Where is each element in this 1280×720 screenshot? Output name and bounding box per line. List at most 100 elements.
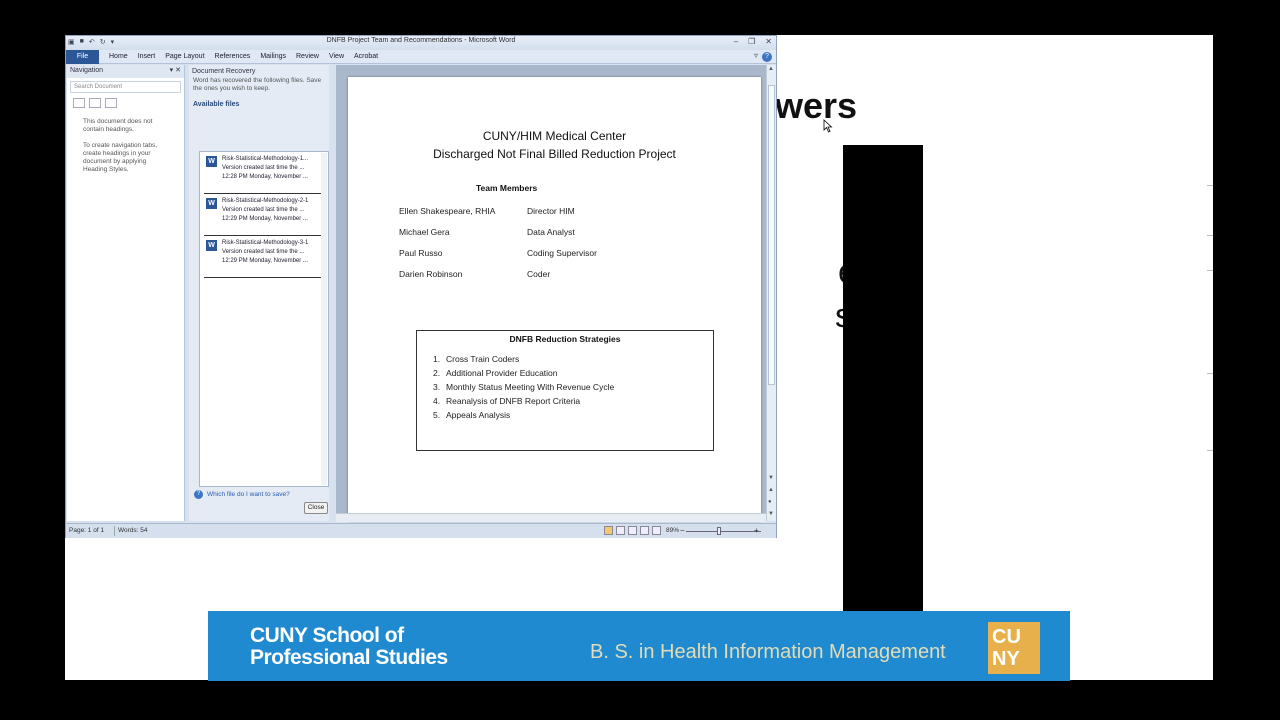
tab-insert[interactable]: Insert <box>137 50 165 64</box>
next-page-icon[interactable]: ▼ <box>768 511 774 517</box>
member-role: Director HIM <box>527 206 575 216</box>
strategies-heading: DNFB Reduction Strategies <box>509 334 621 344</box>
expand-ribbon-icon[interactable]: ▿ <box>754 51 758 60</box>
word-file-icon: W <box>206 156 217 167</box>
restore-icon[interactable]: ❐ <box>748 37 755 46</box>
file-description: Version created last time the ... <box>222 165 305 171</box>
member-name: Darien Robinson <box>399 269 463 279</box>
list-item[interactable]: W Risk-Statistical-Methodology-3-1 Versi… <box>204 236 324 278</box>
word-file-icon: W <box>206 198 217 209</box>
right-edge-panel <box>1070 35 1213 680</box>
file-description: Version created last time the ... <box>222 207 305 213</box>
file-name: Risk-Statistical-Methodology-2-1 <box>222 198 309 204</box>
full-screen-reading-icon[interactable] <box>616 526 625 535</box>
strategy-number: 4. <box>433 396 441 406</box>
recovered-files-list: W Risk-Statistical-Methodology-1... Vers… <box>199 151 329 487</box>
horizontal-scrollbar[interactable] <box>336 513 766 522</box>
file-description: Version created last time the ... <box>222 249 305 255</box>
list-item[interactable]: W Risk-Statistical-Methodology-2-1 Versi… <box>204 194 324 236</box>
school-banner: CUNY School of Professional Studies B. S… <box>208 611 1070 681</box>
strategy-number: 1. <box>433 354 441 364</box>
window-controls: – ❐ ✕ <box>734 37 772 46</box>
strategy-text: Cross Train Coders <box>446 354 520 364</box>
tab-view[interactable]: View <box>328 50 353 64</box>
school-name-line2: Professional Studies <box>250 646 448 669</box>
scroll-thumb[interactable] <box>768 85 775 385</box>
mouse-cursor-icon <box>823 119 833 133</box>
zoom-level[interactable]: 89% <box>666 527 679 534</box>
document-recovery-title: Document Recovery <box>192 68 256 75</box>
which-file-help-link[interactable]: Which file do I want to save? <box>207 491 290 498</box>
file-name: Risk-Statistical-Methodology-1... <box>222 156 309 162</box>
strategy-text: Reanalysis of DNFB Report Criteria <box>446 396 581 406</box>
draft-icon[interactable] <box>652 526 661 535</box>
zoom-out-icon[interactable]: − <box>680 526 685 535</box>
tab-home[interactable]: Home <box>108 50 137 64</box>
list-item[interactable]: W Risk-Statistical-Methodology-1... Vers… <box>204 152 324 194</box>
tab-mailings[interactable]: Mailings <box>259 50 295 64</box>
tab-references[interactable]: References <box>214 50 260 64</box>
recovery-list-scrollbar[interactable] <box>321 153 327 485</box>
document-recovery-pane: Document Recovery Word has recovered the… <box>189 65 329 521</box>
file-timestamp: 12:29 PM Monday, November ... <box>222 216 308 222</box>
slide-text-fragment: wers <box>775 85 858 126</box>
results-view-icon[interactable] <box>105 98 117 108</box>
search-document-input[interactable]: Search Document <box>70 81 181 93</box>
zoom-slider[interactable] <box>686 531 761 532</box>
document-subtitle: Discharged Not Final Billed Reduction Pr… <box>433 147 676 161</box>
scroll-up-icon[interactable]: ▲ <box>768 66 774 72</box>
strategy-number: 2. <box>433 368 441 378</box>
recovery-help[interactable]: ? Which file do I want to save? <box>194 490 290 499</box>
file-timestamp: 12:28 PM Monday, November ... <box>222 174 308 180</box>
strategy-item: 2. Additional Provider Education <box>433 368 558 378</box>
available-files-label: Available files <box>193 101 240 108</box>
strategy-item: 5. Appeals Analysis <box>433 410 510 420</box>
tab-file[interactable]: File <box>66 50 99 64</box>
zoom-in-icon[interactable]: + <box>754 526 759 535</box>
document-area: CUNY/HIM Medical Center Discharged Not F… <box>336 65 766 521</box>
help-icon[interactable]: ? <box>762 52 772 62</box>
pane-controls: ▾ ✕ <box>170 66 181 74</box>
tab-page-layout[interactable]: Page Layout <box>164 50 213 64</box>
file-timestamp: 12:29 PM Monday, November ... <box>222 258 308 264</box>
file-name: Risk-Statistical-Methodology-3-1 <box>222 240 309 246</box>
previous-page-icon[interactable]: ▲ <box>768 487 774 493</box>
title-bar[interactable]: ▣ ■ ↶ ↻ ▾ DNFB Project Team and Recommen… <box>66 36 776 50</box>
team-members-heading: Team Members <box>476 183 538 193</box>
print-layout-icon[interactable] <box>604 526 613 535</box>
tab-acrobat[interactable]: Acrobat <box>353 50 387 64</box>
outline-icon[interactable] <box>640 526 649 535</box>
headings-view-icon[interactable] <box>73 98 85 108</box>
ribbon-tabs: File Home Insert Page Layout References … <box>66 50 776 64</box>
help-question-icon: ? <box>194 490 203 499</box>
member-role: Coder <box>527 269 551 279</box>
navigation-title: Navigation <box>70 67 104 74</box>
strategy-item: 1. Cross Train Coders <box>433 354 519 364</box>
strategy-number: 3. <box>433 382 441 392</box>
no-headings-message: This document does not contain headings. <box>83 118 153 133</box>
vertical-scrollbar[interactable]: ▲ ▼ ▲ ● ▼ <box>766 65 776 521</box>
navigation-pane-header: Navigation ▾ ✕ <box>67 65 184 78</box>
minimize-icon[interactable]: – <box>734 37 738 46</box>
tab-review[interactable]: Review <box>295 50 328 64</box>
web-layout-icon[interactable] <box>628 526 637 535</box>
strategy-text: Additional Provider Education <box>446 368 558 378</box>
document-page[interactable]: CUNY/HIM Medical Center Discharged Not F… <box>348 77 761 521</box>
strategy-text: Appeals Analysis <box>446 410 511 420</box>
close-pane-icon[interactable]: ✕ <box>175 67 181 74</box>
member-name: Ellen Shakespeare, RHIA <box>399 206 496 216</box>
degree-title: B. S. in Health Information Management <box>590 641 946 663</box>
strategy-item: 3. Monthly Status Meeting With Revenue Cy… <box>433 382 614 392</box>
pane-options-icon[interactable]: ▾ <box>170 67 174 74</box>
close-button[interactable]: Close <box>304 502 328 514</box>
pages-view-icon[interactable] <box>89 98 101 108</box>
select-browse-object-icon[interactable]: ● <box>768 499 772 505</box>
page-count[interactable]: Page: 1 of 1 <box>69 527 104 534</box>
close-icon[interactable]: ✕ <box>765 37 772 46</box>
strategies-box: DNFB Reduction Strategies 1. Cross Train … <box>416 330 714 451</box>
word-count[interactable]: Words: 54 <box>118 527 148 534</box>
scroll-down-icon[interactable]: ▼ <box>768 475 774 481</box>
cuny-logo: CU NY <box>988 622 1040 674</box>
zoom-slider-handle[interactable] <box>717 527 721 535</box>
logo-line2: NY <box>992 648 1020 670</box>
